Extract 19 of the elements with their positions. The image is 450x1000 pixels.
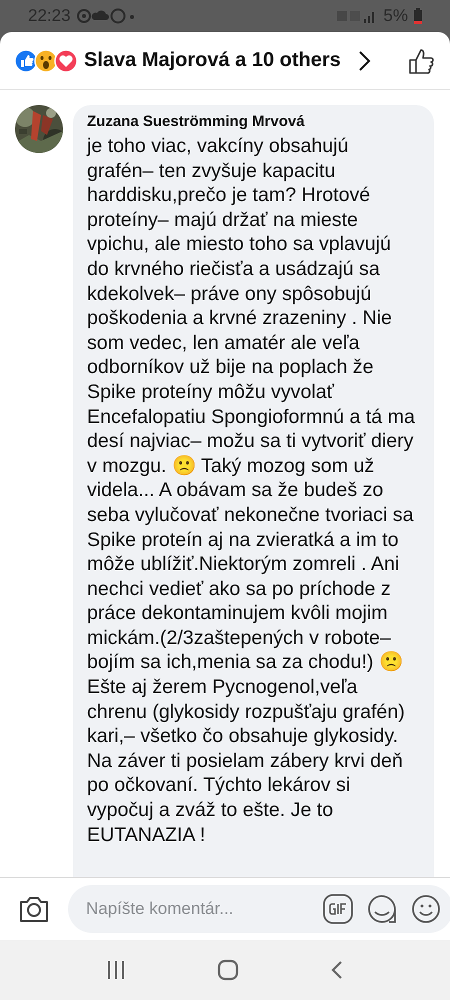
- reaction-icons: [14, 48, 78, 72]
- camera-icon: [18, 895, 50, 923]
- comment-box[interactable]: Napíšte komentár...: [68, 885, 450, 933]
- recent-apps-button[interactable]: [106, 961, 126, 979]
- sticker-icon[interactable]: [367, 894, 397, 924]
- battery-icon: [414, 8, 422, 24]
- thumbs-up-icon: [408, 46, 436, 74]
- comment-field[interactable]: Napíšte komentár...: [84, 898, 309, 920]
- comment-author[interactable]: Zuzana Sueströmming Mrvová: [87, 113, 422, 130]
- status-icons: [76, 8, 135, 24]
- emoji-icon[interactable]: [411, 894, 441, 924]
- gif-icon[interactable]: [323, 894, 353, 924]
- home-button[interactable]: [216, 959, 239, 981]
- like-button[interactable]: [408, 46, 436, 74]
- chevron-right-icon[interactable]: [356, 50, 371, 72]
- reactions-summary[interactable]: Slava Majorová a 10 others: [84, 49, 341, 72]
- camera-button[interactable]: [18, 895, 50, 923]
- back-button[interactable]: [330, 960, 344, 980]
- comment-text: je toho viac, vakcíny obsahujú grafén– ten zvyšuje kapacitu harddisku,prečo je tam? Hrotové proteíny– majú držať na mieste vpichu, ale miesto toho sa vplavujú do krvného riečisťa a usádzajú sa kdekolvek– práve ony spôsobujú poškodenia a krvné zrazeniny . Nie som vedec, len amatér ale veľa odborníkov už bije na poplach že Spike proteíny môžu vyvolať Encefalopatiu Spongioformnú a tá ma desí najviac– možu sa ti vytvoriť diery v mozgu. 🙁 Taký mozog som už videla... A obávam sa že budeš zo seba vylučovať nekonečne tvoriaci sa Spike proteín aj na zvieratká a im to môže ublížiť.Niektorým zomreli . Ani nechci vedieť ako sa po príchode z práce dekontaminujem kvôli mojim mickám.(2/3zaštepených v robote– bojím sa ich,menia sa za chodu!) 🙁 Ešte aj žerem Pycnogenol,veľa chrenu (glykosidy rozpušťaju grafén) kari,– všetko čo obsahuje glykosidy. Na záver ti posielam zábery krvi deň po očkovaní. Týchto lekárov si vypočuj a zváž to ešte. Je to EUTANAZIA !: [87, 134, 416, 848]
